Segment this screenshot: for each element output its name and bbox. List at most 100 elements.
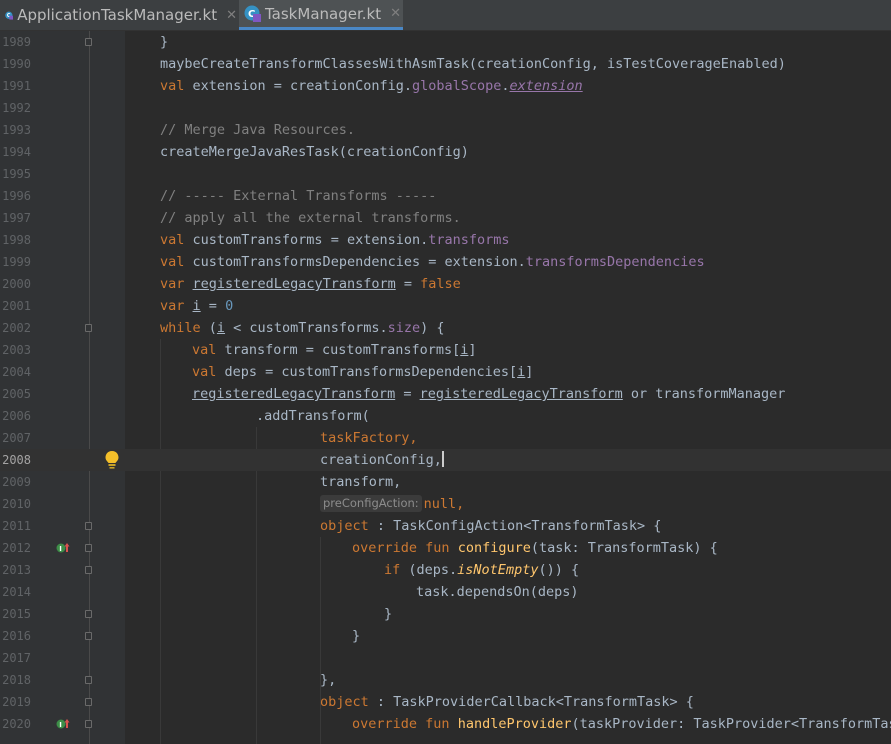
- line-number: 2002: [2, 321, 31, 335]
- line-number: 2004: [2, 365, 31, 379]
- line-number: 2011: [2, 519, 31, 533]
- fold-marker-icon[interactable]: [85, 544, 92, 552]
- line-number: 1990: [2, 57, 31, 71]
- line-number: 1994: [2, 145, 31, 159]
- line-number: 1991: [2, 79, 31, 93]
- code-line: 2006 .addTransform(: [0, 405, 891, 427]
- code-comment: // Merge Java Resources.: [160, 122, 356, 138]
- code-text: override fun configure(task: TransformTa…: [352, 540, 718, 556]
- code-text: .addTransform(: [256, 408, 370, 424]
- code-text: val transform = customTransforms[i]: [192, 342, 477, 358]
- code-line: 2005 registeredLegacyTransform = registe…: [0, 383, 891, 405]
- code-line: 2011 object : TaskConfigAction<Transform…: [0, 515, 891, 537]
- code-text: }: [352, 628, 361, 644]
- implementing-method-icon[interactable]: I: [56, 541, 70, 555]
- line-number: 2014: [2, 585, 31, 599]
- code-line: 1995: [0, 163, 891, 185]
- line-number: 2008: [2, 453, 31, 467]
- fold-marker-icon[interactable]: [85, 610, 92, 618]
- line-number: 1992: [2, 101, 31, 115]
- code-text: }: [384, 606, 393, 622]
- code-text: creationConfig,: [320, 451, 444, 468]
- line-number: 2020: [2, 717, 31, 731]
- line-number: 1993: [2, 123, 31, 137]
- line-number: 2015: [2, 607, 31, 621]
- code-text: object : TaskConfigAction<TransformTask>…: [320, 518, 662, 534]
- line-number: 2016: [2, 629, 31, 643]
- svg-text:I: I: [59, 721, 62, 729]
- code-line: 1999 val customTransformsDependencies = …: [0, 251, 891, 273]
- code-text: if (deps.isNotEmpty()) {: [384, 562, 580, 578]
- code-text: maybeCreateTransformClassesWithAsmTask(c…: [160, 56, 786, 72]
- code-line: 2000 var registeredLegacyTransform = fal…: [0, 273, 891, 295]
- line-number: 1995: [2, 167, 31, 181]
- fold-marker-icon[interactable]: [85, 324, 92, 332]
- code-line: 1991 val extension = creationConfig.glob…: [0, 75, 891, 97]
- code-line: 2018 },: [0, 669, 891, 691]
- tab-label: TaskManager.kt: [265, 4, 382, 23]
- line-number: 2001: [2, 299, 31, 313]
- close-icon[interactable]: ✕: [226, 8, 237, 23]
- code-text: registeredLegacyTransform = registeredLe…: [192, 386, 786, 402]
- code-line: 2012 I override fun configure(task: Tran…: [0, 537, 891, 559]
- implementing-method-icon[interactable]: I: [56, 717, 70, 731]
- intention-bulb-icon[interactable]: [103, 450, 121, 470]
- code-line: 1990 maybeCreateTransformClassesWithAsmT…: [0, 53, 891, 75]
- code-text: createMergeJavaResTask(creationConfig): [160, 144, 469, 160]
- svg-text:I: I: [59, 545, 62, 553]
- line-number: 2010: [2, 497, 31, 511]
- fold-marker-icon[interactable]: [85, 676, 92, 684]
- code-line: 2017: [0, 647, 891, 669]
- code-text: while (i < customTransforms.size) {: [160, 320, 445, 336]
- code-text: task.dependsOn(deps): [416, 584, 579, 600]
- parameter-hint: preConfigAction:: [320, 495, 422, 512]
- close-icon[interactable]: ✕: [390, 6, 401, 21]
- code-line: 1992: [0, 97, 891, 119]
- code-editor[interactable]: 1989 } 1990 maybeCreateTransformClassesW…: [0, 31, 891, 744]
- code-line: 1998 val customTransforms = extension.tr…: [0, 229, 891, 251]
- fold-marker-icon[interactable]: [85, 632, 92, 640]
- code-text: object : TaskProviderCallback<TransformT…: [320, 694, 694, 710]
- code-line: 2015 }: [0, 603, 891, 625]
- code-line: 2014 task.dependsOn(deps): [0, 581, 891, 603]
- code-text: },: [320, 672, 337, 688]
- code-line: 2007 taskFactory,: [0, 427, 891, 449]
- fold-marker-icon[interactable]: [85, 566, 92, 574]
- code-line: 2009 transform,: [0, 471, 891, 493]
- code-text: override fun handleProvider(taskProvider…: [352, 716, 891, 732]
- code-line: 2019 object : TaskProviderCallback<Trans…: [0, 691, 891, 713]
- code-text: preConfigAction: null,: [320, 493, 464, 515]
- code-line: 1993 // Merge Java Resources.: [0, 119, 891, 141]
- tab-label: ApplicationTaskManager.kt: [17, 6, 218, 24]
- code-text: }: [160, 34, 169, 50]
- code-line: 1997 // apply all the external transform…: [0, 207, 891, 229]
- line-number: 2012: [2, 541, 31, 555]
- code-line-current: 2008 creationConfig,: [0, 449, 891, 471]
- line-number: 2018: [2, 673, 31, 687]
- line-number: 2013: [2, 563, 31, 577]
- code-text: taskFactory,: [320, 430, 418, 446]
- fold-marker-icon[interactable]: [85, 720, 92, 728]
- line-number: 2003: [2, 343, 31, 357]
- line-number: 2007: [2, 431, 31, 445]
- tab-application-task-manager[interactable]: C ApplicationTaskManager.kt ✕: [0, 0, 237, 30]
- fold-marker-icon[interactable]: [85, 522, 92, 530]
- line-number: 2019: [2, 695, 31, 709]
- line-number: 2006: [2, 409, 31, 423]
- code-comment: // apply all the external transforms.: [160, 210, 461, 226]
- code-line: 2001 var i = 0: [0, 295, 891, 317]
- code-line: 2010 preConfigAction: null,: [0, 493, 891, 515]
- code-line: 2003 val transform = customTransforms[i]: [0, 339, 891, 361]
- fold-marker-icon[interactable]: [85, 698, 92, 706]
- code-text: val extension = creationConfig.globalSco…: [160, 78, 583, 94]
- tab-task-manager[interactable]: C TaskManager.kt ✕: [239, 0, 403, 30]
- code-text: var i = 0: [160, 298, 234, 314]
- line-number: 1996: [2, 189, 31, 203]
- line-number: 2017: [2, 651, 31, 665]
- code-line: 1994 createMergeJavaResTask(creationConf…: [0, 141, 891, 163]
- line-number: 2000: [2, 277, 31, 291]
- code-text: val deps = customTransformsDependencies[…: [192, 364, 534, 380]
- code-comment: // ----- External Transforms -----: [160, 188, 437, 204]
- code-line: 2004 val deps = customTransformsDependen…: [0, 361, 891, 383]
- fold-marker-icon[interactable]: [85, 38, 92, 46]
